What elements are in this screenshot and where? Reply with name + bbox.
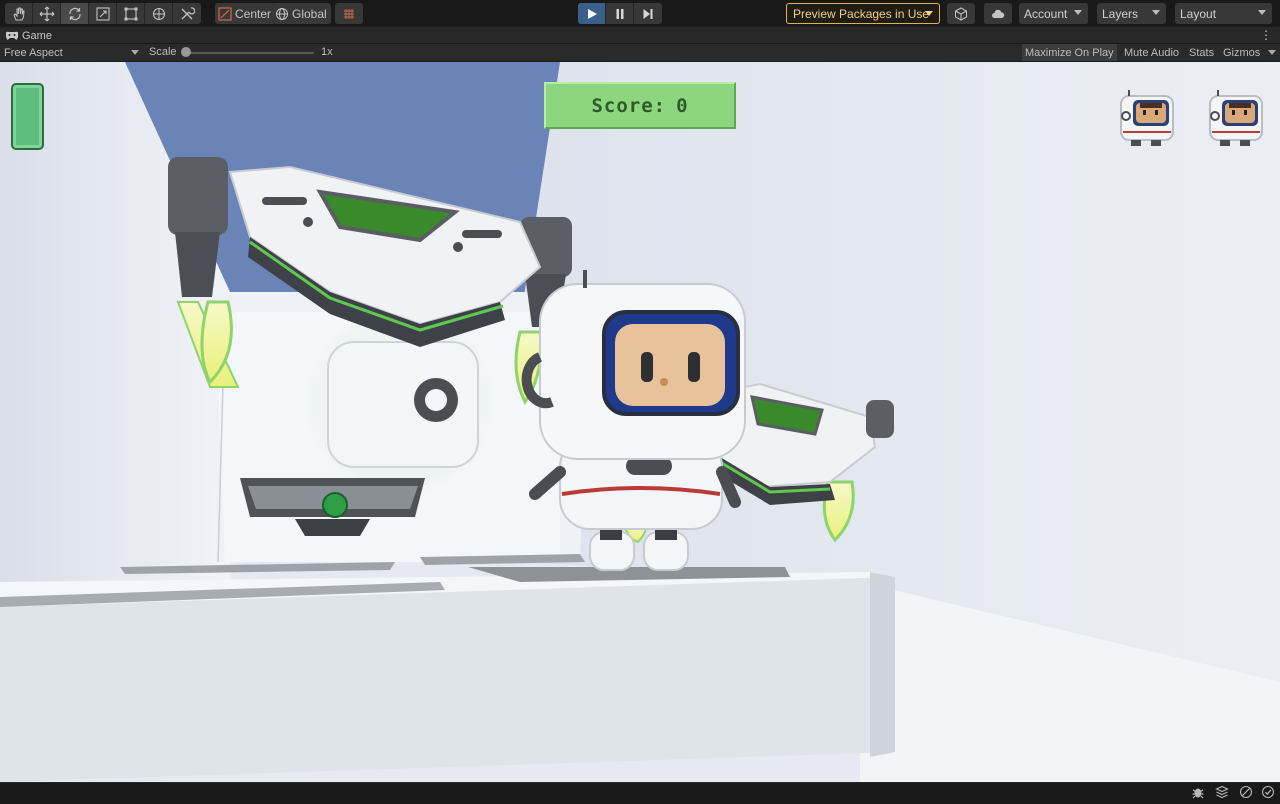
package-manager-button[interactable] <box>947 3 975 24</box>
scale-slider-thumb[interactable] <box>181 47 191 57</box>
check-circle-icon[interactable] <box>1261 785 1275 799</box>
aspect-dropdown[interactable]: Free Aspect <box>4 46 142 60</box>
chevron-down-icon <box>1258 10 1266 15</box>
tool-group <box>5 3 201 24</box>
platform <box>0 572 895 782</box>
move-tool-icon[interactable] <box>33 3 61 24</box>
pause-icon <box>616 8 623 19</box>
gizmos-dropdown[interactable]: Gizmos <box>1220 44 1280 61</box>
layout-label: Layout <box>1180 6 1217 21</box>
mute-audio-label: Mute Audio <box>1124 46 1180 59</box>
stats-toggle[interactable]: Stats <box>1186 44 1217 61</box>
scale-slider-track[interactable] <box>186 52 314 54</box>
cloud-button[interactable] <box>984 3 1012 24</box>
rotate-tool-icon[interactable] <box>61 3 89 24</box>
pivot-rotation-toggle[interactable]: Global <box>272 3 331 24</box>
life-astronaut-icon <box>1117 88 1175 152</box>
pause-button[interactable] <box>606 3 634 24</box>
layout-dropdown[interactable]: Layout <box>1175 3 1272 24</box>
play-button[interactable] <box>578 3 606 24</box>
network-icon[interactable] <box>1239 785 1253 799</box>
status-bar <box>0 782 1280 800</box>
bug-icon[interactable] <box>1191 785 1205 799</box>
package-icon <box>955 6 967 21</box>
life-astronaut-icon <box>1206 88 1264 152</box>
preview-packages-dropdown[interactable]: Preview Packages in Use <box>786 3 940 24</box>
chevron-down-icon <box>1268 50 1276 55</box>
chevron-down-icon <box>925 11 933 16</box>
pivot-mode-label: Center <box>235 6 272 21</box>
rect-tool-icon[interactable] <box>117 3 145 24</box>
grid-snap-icon <box>344 8 354 19</box>
scale-label: Scale <box>149 46 177 58</box>
game-viewport[interactable]: Score: 0 <box>0 62 1280 782</box>
account-label: Account <box>1024 6 1068 21</box>
grid-snap-button[interactable] <box>335 3 363 24</box>
score-value: 0 <box>676 94 689 117</box>
step-icon <box>643 8 653 19</box>
game-view-bar: Free Aspect Scale 1x Maximize On Play Mu… <box>0 44 1280 62</box>
kebab-menu-icon[interactable]: ⋮ <box>1260 29 1272 41</box>
maximize-on-play-label: Maximize On Play <box>1025 46 1114 59</box>
window-tab-bar: Game ⋮ <box>0 27 1280 44</box>
layers-dropdown[interactable]: Layers <box>1097 3 1166 24</box>
chevron-down-icon <box>1074 10 1082 15</box>
stats-label: Stats <box>1189 46 1215 59</box>
globe-icon <box>276 7 288 20</box>
aspect-label: Free Aspect <box>4 47 63 59</box>
score-label: Score: <box>591 94 667 117</box>
step-button[interactable] <box>634 3 662 24</box>
playback-controls <box>578 3 662 24</box>
scale-value: 1x <box>321 46 333 58</box>
maximize-on-play-toggle[interactable]: Maximize On Play <box>1022 44 1117 61</box>
pivot-center-icon <box>218 6 232 21</box>
gamepad-icon <box>6 31 18 40</box>
transform-tool-icon[interactable] <box>145 3 173 24</box>
account-dropdown[interactable]: Account <box>1019 3 1088 24</box>
custom-tools-icon[interactable] <box>173 3 201 24</box>
health-bar <box>11 83 44 150</box>
pivot-mode-toggle[interactable]: Center <box>215 3 276 24</box>
tab-game-label: Game <box>22 29 52 42</box>
preview-packages-label: Preview Packages in Use <box>793 6 930 21</box>
scale-tool-icon[interactable] <box>89 3 117 24</box>
cloud-icon <box>992 9 1005 18</box>
hand-tool-icon[interactable] <box>5 3 33 24</box>
chevron-down-icon <box>1152 10 1160 15</box>
main-toolbar: Center Global Preview Packages in Use Ac… <box>0 0 1280 27</box>
layers-label: Layers <box>1102 6 1139 21</box>
mute-audio-toggle[interactable]: Mute Audio <box>1121 44 1182 61</box>
gizmos-label: Gizmos <box>1223 46 1261 59</box>
play-icon <box>587 8 597 19</box>
stack-icon[interactable] <box>1215 785 1229 799</box>
score-panel: Score: 0 <box>544 82 736 129</box>
game-scene <box>0 62 1280 782</box>
tab-game[interactable]: Game <box>0 27 60 44</box>
chevron-down-icon <box>131 50 139 55</box>
pivot-rotation-label: Global <box>292 6 327 21</box>
